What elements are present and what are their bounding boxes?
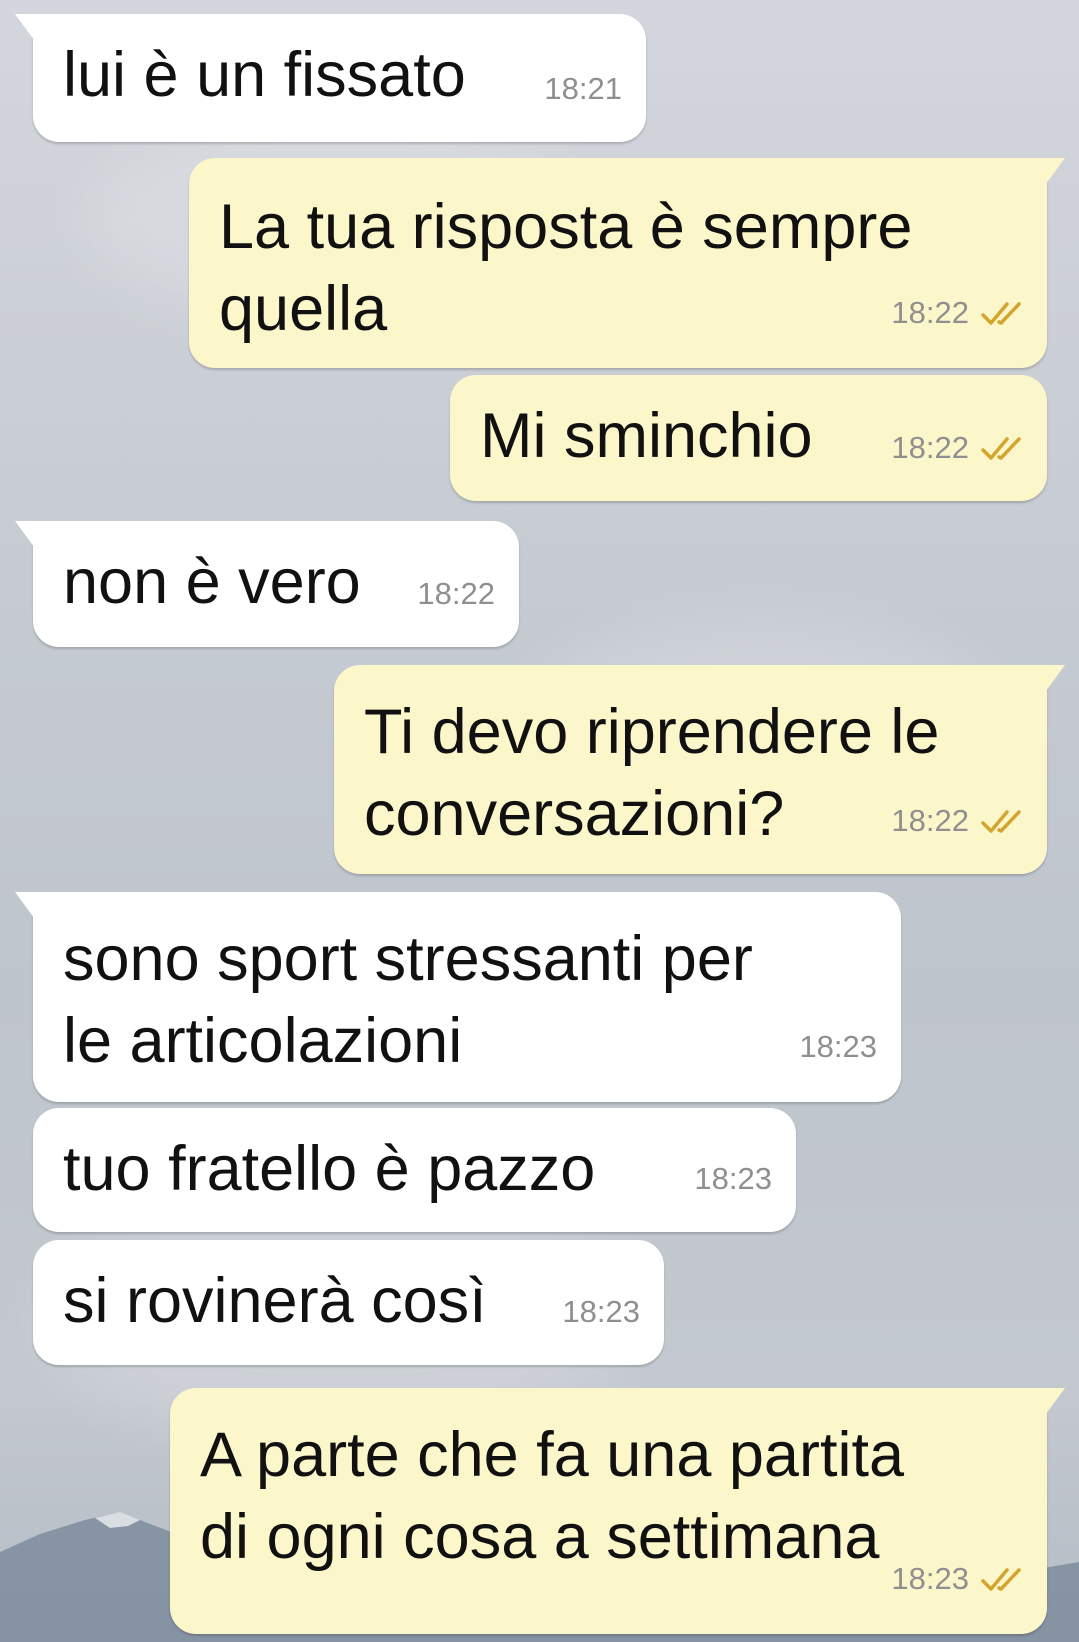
bubble-tail [1043, 665, 1065, 695]
bubble-tail [15, 521, 37, 551]
message-meta: 18:22 [891, 407, 1027, 489]
message-text-line: A parte che fa una partita [200, 1420, 904, 1490]
message-text-line: conversazioni? [364, 779, 785, 849]
message-incoming[interactable]: lui è un fissato 18:21 [15, 14, 646, 142]
message-outgoing[interactable]: La tua risposta è sempre quella 18:22 [189, 158, 1065, 368]
message-meta: 18:23 [799, 1006, 877, 1088]
message-text-line: La tua risposta è sempre [219, 192, 913, 262]
message-incoming[interactable]: sono sport stressanti per le articolazio… [15, 892, 901, 1102]
double-check-icon [981, 1568, 1021, 1591]
double-check-icon [981, 810, 1021, 833]
message-meta: 18:22 [417, 553, 495, 635]
message-meta: 18:23 [562, 1271, 640, 1353]
message-text-line: Ti devo riprendere le [364, 697, 940, 767]
message-meta: 18:22 [891, 780, 1027, 862]
message-outgoing[interactable]: Ti devo riprendere le conversazioni? 18:… [334, 665, 1065, 874]
message-meta: 18:21 [544, 48, 622, 130]
bubble-tail [15, 14, 37, 44]
message-incoming[interactable]: si rovinerà così 18:23 [33, 1240, 664, 1365]
message-incoming[interactable]: non è vero 18:22 [15, 521, 519, 647]
message-meta: 18:23 [891, 1538, 1027, 1620]
message-outgoing[interactable]: A parte che fa una partita di ogni cosa … [170, 1388, 1065, 1634]
message-time: 18:22 [891, 295, 969, 330]
double-check-icon [981, 302, 1021, 325]
message-incoming[interactable]: tuo fratello è pazzo 18:23 [33, 1108, 796, 1232]
message-time: 18:23 [891, 1561, 969, 1596]
message-text-line: le articolazioni [63, 1006, 463, 1076]
double-check-icon [981, 437, 1021, 460]
message-outgoing[interactable]: Mi sminchio 18:22 [450, 375, 1047, 501]
message-text-line: quella [219, 274, 388, 344]
message-text-line: di ogni cosa a settimana [200, 1502, 880, 1572]
message-text: tuo fratello è pazzo [63, 1134, 596, 1204]
message-time: 18:23 [562, 1294, 640, 1329]
message-text: si rovinerà così [63, 1266, 487, 1336]
message-time: 18:22 [891, 803, 969, 838]
bubble-tail [1043, 1388, 1065, 1418]
bubble-tail [15, 892, 37, 922]
message-meta: 18:22 [891, 272, 1027, 354]
message-time: 18:22 [417, 576, 495, 611]
message-text: lui è un fissato [63, 40, 466, 110]
message-time: 18:23 [799, 1029, 877, 1064]
chat-message-list[interactable]: lui è un fissato 18:21 La tua risposta è… [0, 0, 1079, 1642]
message-time: 18:22 [891, 430, 969, 465]
message-text-line: sono sport stressanti per [63, 924, 753, 994]
message-text: Mi sminchio [480, 401, 813, 471]
bubble-tail [1043, 158, 1065, 188]
message-meta: 18:23 [694, 1138, 772, 1220]
message-time: 18:21 [544, 71, 622, 106]
message-time: 18:23 [694, 1161, 772, 1196]
message-text: non è vero [63, 547, 361, 617]
